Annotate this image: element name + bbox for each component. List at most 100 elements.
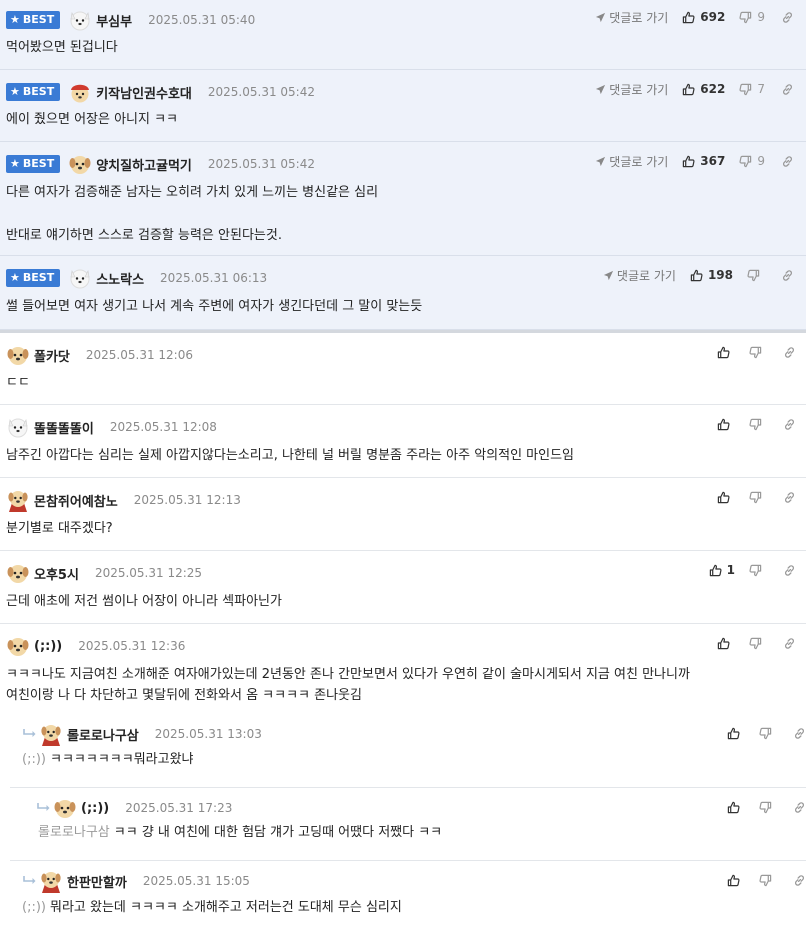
- link-icon: [781, 83, 794, 96]
- upvote-button[interactable]: [727, 801, 745, 814]
- downvote-button[interactable]: 9: [739, 154, 765, 168]
- copy-link-button[interactable]: [781, 269, 794, 282]
- thumbs-up-icon: [727, 874, 740, 887]
- downvote-button[interactable]: 9: [739, 10, 765, 24]
- comment-author[interactable]: 똘똘똘똘이: [34, 418, 94, 437]
- copy-link-button[interactable]: [783, 564, 796, 577]
- downvote-button[interactable]: [747, 269, 765, 282]
- white-dog-avatar-icon[interactable]: [68, 266, 92, 290]
- link-icon: [781, 155, 794, 168]
- thumbs-up-icon: [717, 637, 730, 650]
- upvote-button[interactable]: 198: [690, 268, 733, 282]
- copy-link-button[interactable]: [783, 491, 796, 504]
- comment-timestamp: 2025.05.31 12:36: [78, 639, 186, 653]
- comment-author[interactable]: 부심부: [96, 11, 132, 30]
- copy-link-button[interactable]: [793, 801, 806, 814]
- copy-link-button[interactable]: [781, 155, 794, 168]
- copy-link-button[interactable]: [783, 346, 796, 359]
- mention-tag[interactable]: (;:)): [22, 900, 46, 915]
- downvote-button[interactable]: [749, 637, 767, 650]
- best-badge: ★ BEST: [6, 83, 61, 101]
- comment-author[interactable]: (;:)): [34, 639, 62, 654]
- best-comment: ★ BEST 부심부 2025.05.31 05:40 먹어봤으면 된겁니다 댓글…: [0, 0, 806, 70]
- puppy-avatar-icon[interactable]: [6, 561, 30, 585]
- downvote-button[interactable]: [749, 346, 767, 359]
- upvote-button[interactable]: [717, 346, 735, 359]
- link-icon: [793, 801, 806, 814]
- downvote-button[interactable]: [749, 564, 767, 577]
- copy-link-button[interactable]: [781, 83, 794, 96]
- thumbs-down-icon: [749, 418, 762, 431]
- upvote-button[interactable]: 1: [709, 563, 735, 577]
- white-dog-avatar-icon[interactable]: [6, 415, 30, 439]
- goto-reply-link[interactable]: 댓글로 가기: [595, 153, 668, 170]
- goto-reply-link[interactable]: 댓글로 가기: [603, 267, 676, 284]
- upvote-button[interactable]: [717, 491, 735, 504]
- upvote-button[interactable]: [717, 637, 735, 650]
- downvote-button[interactable]: [759, 874, 777, 887]
- thumbs-down-icon: [739, 155, 752, 168]
- comment-text: 반대로 얘기하면 스스로 검증할 능력은 안된다는것.: [6, 228, 282, 243]
- upvote-button[interactable]: [727, 874, 745, 887]
- mention-tag[interactable]: (;:)): [22, 752, 46, 767]
- comment-timestamp: 2025.05.31 15:05: [142, 874, 250, 888]
- mention-tag[interactable]: 롤로로나구삼: [38, 825, 110, 840]
- reply-comment: 한판만할까 2025.05.31 15:05 (;:)) 뭐라고 왔는데 ㅋㅋㅋㅋ…: [10, 861, 806, 933]
- comment-text: 먹어봤으면 된겁니다: [6, 40, 118, 55]
- comment-timestamp: 2025.05.31 13:03: [154, 727, 262, 741]
- send-icon: [595, 84, 606, 95]
- comment-author[interactable]: 양치질하고귤먹기: [96, 155, 192, 174]
- puppy-avatar-icon[interactable]: [6, 634, 30, 658]
- best-comment: ★ BEST 키작남인권수호대 2025.05.31 05:42 에이 줬으면 어…: [0, 70, 806, 142]
- reply-arrow-icon: [36, 802, 52, 814]
- goto-reply-link[interactable]: 댓글로 가기: [595, 9, 668, 26]
- cape-puppy-avatar-icon[interactable]: [6, 488, 30, 512]
- link-icon: [783, 418, 796, 431]
- upvote-button[interactable]: 692: [682, 10, 725, 24]
- downvote-button[interactable]: [749, 491, 767, 504]
- comment: 똘똘똘똘이 2025.05.31 12:08 남주긴 아깝다는 심리는 실제 아…: [0, 405, 806, 478]
- comment-timestamp: 2025.05.31 06:13: [160, 271, 268, 285]
- copy-link-button[interactable]: [793, 727, 806, 740]
- comment-author[interactable]: 몬참쥐어예참노: [34, 491, 118, 510]
- upvote-button[interactable]: 622: [682, 82, 725, 96]
- comment-author[interactable]: 폴카닷: [34, 346, 70, 365]
- comment-text: ㅋㅋㅋ나도 지금여친 소개해준 여자애가있는데 2년동안 존나 간만보면서 있다…: [6, 667, 690, 682]
- cape-puppy-avatar-icon[interactable]: [39, 722, 63, 746]
- comment-author[interactable]: 키작남인권수호대: [96, 83, 192, 102]
- copy-link-button[interactable]: [783, 637, 796, 650]
- cape-puppy-avatar-icon[interactable]: [39, 869, 63, 893]
- copy-link-button[interactable]: [793, 874, 806, 887]
- thumbs-up-icon: [709, 564, 722, 577]
- upvote-button[interactable]: [727, 727, 745, 740]
- comment-timestamp: 2025.05.31 12:13: [133, 493, 241, 507]
- puppy-avatar-icon[interactable]: [53, 796, 77, 820]
- upvote-button[interactable]: 367: [682, 154, 725, 168]
- downvote-button[interactable]: [759, 801, 777, 814]
- thumbs-down-icon: [747, 269, 760, 282]
- comment-author[interactable]: 오후5시: [34, 564, 79, 583]
- copy-link-button[interactable]: [783, 418, 796, 431]
- puppy-avatar-icon[interactable]: [68, 152, 92, 176]
- downvote-button[interactable]: [749, 418, 767, 431]
- reply-comment: 롤로로나구삼 2025.05.31 13:03 (;:)) ㅋㅋㅋㅋㅋㅋㅋ뭐라고왔…: [10, 714, 806, 788]
- red-cap-dog-avatar-icon[interactable]: [68, 80, 92, 104]
- copy-link-button[interactable]: [781, 11, 794, 24]
- comment-author[interactable]: (;:)): [81, 801, 109, 816]
- best-comment: ★ BEST 양치질하고귤먹기 2025.05.31 05:42 다른 여자가 검…: [0, 142, 806, 256]
- comment-author[interactable]: 한판만할까: [67, 872, 127, 891]
- downvote-button[interactable]: [759, 727, 777, 740]
- comment-author[interactable]: 롤로로나구삼: [67, 725, 139, 744]
- comment-timestamp: 2025.05.31 17:23: [125, 801, 233, 815]
- white-dog-avatar-icon[interactable]: [68, 8, 92, 32]
- puppy-avatar-icon[interactable]: [6, 343, 30, 367]
- comment-text: 남주긴 아깝다는 심리는 실제 아깝지않다는소리고, 나한테 널 버릴 명분좀 …: [6, 448, 575, 463]
- thumbs-down-icon: [749, 564, 762, 577]
- upvote-button[interactable]: [717, 418, 735, 431]
- goto-reply-link[interactable]: 댓글로 가기: [595, 81, 668, 98]
- downvote-button[interactable]: 7: [739, 82, 765, 96]
- thumbs-down-icon: [759, 874, 772, 887]
- comment-text: 에이 줬으면 어장은 아니지 ㅋㅋ: [6, 112, 179, 127]
- link-icon: [793, 874, 806, 887]
- comment-author[interactable]: 스노락스: [96, 269, 144, 288]
